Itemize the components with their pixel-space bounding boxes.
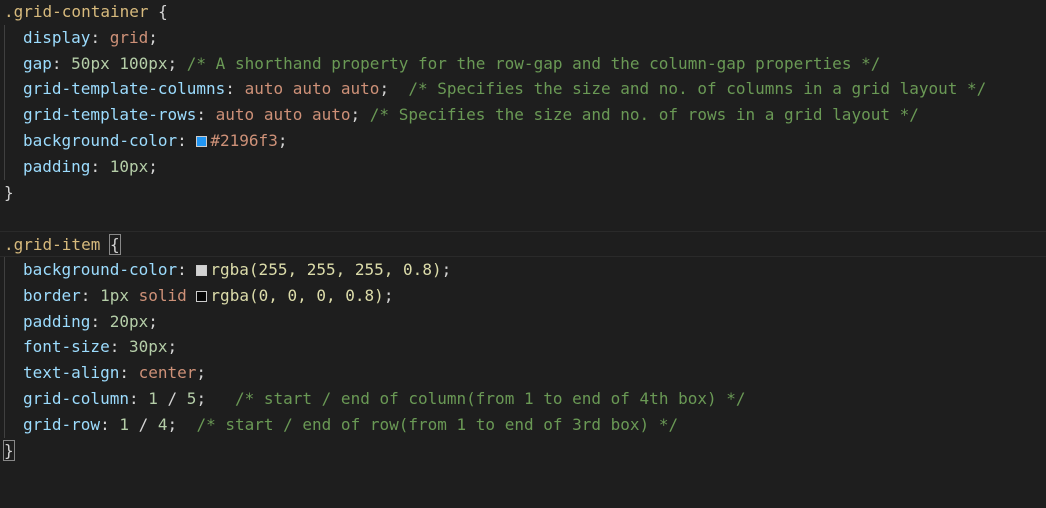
css-number: 1 <box>119 414 129 434</box>
css-number: 4 <box>157 414 168 434</box>
css-number: 100px <box>119 53 168 73</box>
css-property: grid-row <box>23 414 101 434</box>
code-line[interactable]: background-color: #2196f3; <box>0 127 1046 154</box>
code-line[interactable]: grid-template-rows: auto auto auto; /* S… <box>0 102 1046 128</box>
code-line[interactable]: display: grid; <box>0 24 1046 51</box>
css-property: padding <box>23 156 91 176</box>
code-lines: .grid-container { display: grid; gap: 50… <box>0 0 1046 463</box>
color-swatch-icon[interactable] <box>196 264 208 276</box>
code-line[interactable]: padding: 10px; <box>0 153 1046 180</box>
code-line[interactable]: grid-column: 1 / 5; /* start / end of co… <box>0 385 1046 412</box>
css-number: 1px <box>100 285 129 305</box>
color-swatch-icon[interactable] <box>196 290 208 302</box>
css-selector: .grid-container <box>4 2 149 21</box>
css-comment: /* Specifies the size and no. of columns… <box>408 79 987 99</box>
css-value: auto <box>312 105 351 125</box>
css-number: 5 <box>186 388 197 408</box>
css-comment: /* start / end of column(from 1 to end o… <box>234 388 746 408</box>
code-line[interactable]: gap: 50px 100px; /* A shorthand property… <box>0 50 1046 77</box>
css-value: grid <box>109 27 149 47</box>
code-line[interactable]: .grid-container { <box>0 0 1046 25</box>
css-property: display <box>23 27 91 47</box>
code-editor[interactable]: .grid-container { display: grid; gap: 50… <box>0 0 1046 508</box>
css-number: 30px <box>128 337 168 357</box>
css-value: auto <box>292 79 332 99</box>
css-value: center <box>138 363 197 383</box>
css-property: background-color <box>23 259 178 279</box>
css-property: text-align <box>23 363 120 383</box>
css-value: auto <box>263 105 303 125</box>
code-line[interactable]: grid-template-columns: auto auto auto; /… <box>0 76 1046 102</box>
css-number: 20px <box>109 311 149 331</box>
css-comment: /* Specifies the size and no. of rows in… <box>369 105 919 125</box>
css-property: background-color <box>23 130 178 150</box>
css-selector: .grid-item <box>4 235 101 255</box>
close-brace: } <box>3 439 15 461</box>
code-line[interactable]: padding: 20px; <box>0 308 1046 335</box>
css-number: 50px <box>71 53 110 73</box>
css-value: auto <box>215 105 255 125</box>
code-line-active[interactable]: .grid-item { <box>0 231 1046 257</box>
css-value: auto <box>340 79 380 99</box>
code-line[interactable]: } <box>0 180 1046 206</box>
css-value: #2196f3 <box>210 130 278 150</box>
open-brace: { <box>109 234 121 256</box>
css-comment: /* A shorthand property for the row-gap … <box>186 53 881 73</box>
css-property: gap <box>23 53 52 73</box>
css-property: padding <box>23 311 91 331</box>
code-line[interactable]: font-size: 30px; <box>0 334 1046 360</box>
css-property: grid-template-columns <box>23 79 226 99</box>
css-number: 1 <box>148 388 158 408</box>
css-property: grid-column <box>23 388 129 408</box>
code-line[interactable]: grid-row: 1 / 4; /* start / end of row(f… <box>0 411 1046 438</box>
code-line[interactable]: } <box>0 438 1046 464</box>
css-property: font-size <box>23 337 110 357</box>
code-line[interactable]: text-align: center; <box>0 360 1046 386</box>
code-line[interactable] <box>0 205 1046 231</box>
css-property: border <box>23 285 81 305</box>
css-function: rgba(255, 255, 255, 0.8) <box>210 259 442 279</box>
color-swatch-icon[interactable] <box>196 135 208 147</box>
css-comment: /* start / end of row(from 1 to end of 3… <box>196 414 679 434</box>
css-function: rgba(0, 0, 0, 0.8) <box>210 285 384 305</box>
css-property: grid-template-rows <box>23 105 197 125</box>
css-value: solid <box>138 285 187 305</box>
code-line[interactable]: border: 1px solid rgba(0, 0, 0, 0.8); <box>0 282 1046 309</box>
css-number: 10px <box>109 156 149 176</box>
css-value: auto <box>244 79 284 99</box>
code-line[interactable]: background-color: rgba(255, 255, 255, 0.… <box>0 256 1046 283</box>
close-brace: } <box>4 182 14 202</box>
open-brace: { <box>158 2 168 21</box>
